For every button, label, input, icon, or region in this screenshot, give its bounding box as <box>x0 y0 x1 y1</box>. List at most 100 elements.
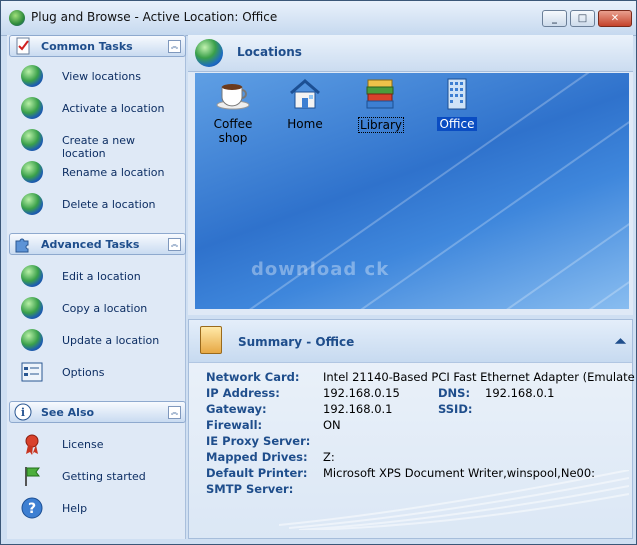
minimize-button[interactable]: _ <box>542 10 567 27</box>
group-title: Common Tasks <box>41 40 133 53</box>
summary-value: Intel 21140-Based PCI Fast Ethernet Adap… <box>323 370 635 384</box>
summary-value: 192.168.0.1 <box>323 402 393 416</box>
location-home[interactable]: Home <box>270 77 340 131</box>
flag-icon <box>25 467 40 486</box>
task-rename-location[interactable]: Rename a location <box>21 159 181 187</box>
summary-key: Mapped Drives: <box>206 450 308 464</box>
delete-globe-icon <box>21 193 43 215</box>
task-copy-location[interactable]: Copy a location <box>21 295 181 323</box>
clipboard-icon <box>200 326 222 354</box>
maximize-button[interactable]: □ <box>570 10 595 27</box>
title-bar[interactable]: Plug and Browse - Active Location: Offic… <box>1 1 636 36</box>
locations-title: Locations <box>237 45 302 59</box>
collapse-icon[interactable]: ︽ <box>168 406 181 419</box>
new-globe-icon <box>21 129 43 151</box>
copy-globe-icon <box>21 297 43 319</box>
summary-row-network-card: Network Card: Intel 21140-Based PCI Fast… <box>206 370 635 386</box>
location-label: Coffee shop <box>213 117 253 145</box>
locations-panel: Locations Coffee shop Home Library Offic… <box>188 35 633 315</box>
summary-row-mapped-drives: Mapped Drives: Z: <box>206 450 626 466</box>
group-title: See Also <box>41 406 95 419</box>
summary-value: ON <box>323 418 341 432</box>
svg-text:i: i <box>21 406 25 419</box>
group-title: Advanced Tasks <box>41 238 140 251</box>
task-sidebar: Common Tasks ︽ View locations Activate a… <box>7 35 186 539</box>
summary-value: Microsoft XPS Document Writer,winspool,N… <box>323 466 596 480</box>
task-view-locations[interactable]: View locations <box>21 63 181 91</box>
collapse-icon[interactable]: ︽ <box>168 40 181 53</box>
summary-row-smtp: SMTP Server: <box>206 482 626 498</box>
app-globe-icon <box>9 10 25 26</box>
summary-key: Network Card: <box>206 370 300 384</box>
summary-key: SMTP Server: <box>206 482 294 496</box>
summary-key: Default Printer: <box>206 466 308 480</box>
task-label: View locations <box>62 70 141 83</box>
task-label: Options <box>62 366 105 379</box>
location-library[interactable]: Library <box>346 77 416 133</box>
collapse-up-icon[interactable]: ⏶ <box>615 334 626 350</box>
arrow-globe-icon <box>21 97 43 119</box>
task-label: Rename a location <box>62 166 165 179</box>
task-update-location[interactable]: Update a location <box>21 327 181 355</box>
locations-header: Locations <box>188 35 633 72</box>
svg-text:?: ? <box>28 501 36 517</box>
help-icon: ? <box>21 497 43 519</box>
summary-value: 192.168.0.1 <box>485 386 555 400</box>
summary-key: IP Address: <box>206 386 280 400</box>
summary-key: IE Proxy Server: <box>206 434 311 448</box>
summary-row-ip: IP Address: 192.168.0.15 DNS: 192.168.0.… <box>206 386 626 402</box>
summary-panel: Summary - Office ⏶ Network Card: Intel 2… <box>188 319 635 539</box>
task-activate-location[interactable]: Activate a location <box>21 95 181 123</box>
location-office[interactable]: Office <box>422 77 492 131</box>
task-options[interactable]: Options <box>21 359 181 387</box>
task-label: License <box>62 438 104 451</box>
close-button[interactable]: ✕ <box>598 10 632 27</box>
task-label: Update a location <box>62 334 160 347</box>
coffee-cup-icon <box>216 84 250 110</box>
summary-row-gateway: Gateway: 192.168.0.1 SSID: <box>206 402 626 418</box>
summary-row-firewall: Firewall: ON <box>206 418 626 434</box>
locations-view[interactable]: Coffee shop Home Library Office download… <box>195 73 629 309</box>
task-create-location[interactable]: Create a new location <box>21 127 181 160</box>
puzzle-icon <box>15 238 29 253</box>
location-coffee-shop[interactable]: Coffee shop <box>198 77 268 145</box>
task-label: Help <box>62 502 88 515</box>
rename-globe-icon <box>21 161 43 183</box>
summary-row-proxy: IE Proxy Server: <box>206 434 626 450</box>
summary-key: Firewall: <box>206 418 263 432</box>
summary-header: Summary - Office ⏶ <box>189 320 632 363</box>
location-label: Library <box>358 117 404 133</box>
options-icon <box>21 362 43 382</box>
edit-globe-icon <box>21 265 43 287</box>
clock-globe-icon <box>21 329 43 351</box>
task-license[interactable]: License <box>21 431 181 459</box>
magnifier-globe-icon <box>21 65 43 87</box>
task-label: Copy a location <box>62 302 148 315</box>
task-help[interactable]: ? Help <box>21 495 181 523</box>
window-title: Plug and Browse - Active Location: Offic… <box>31 10 278 24</box>
collapse-icon[interactable]: ︽ <box>168 238 181 251</box>
group-header-advanced-tasks[interactable]: Advanced Tasks ︽ <box>9 233 186 255</box>
group-header-see-also[interactable]: i See Also ︽ <box>9 401 186 423</box>
task-edit-location[interactable]: Edit a location <box>21 263 181 291</box>
task-label: Create a new location <box>62 134 136 160</box>
summary-key: Gateway: <box>206 402 267 416</box>
office-building-icon <box>447 78 467 110</box>
info-icon: i <box>14 403 32 421</box>
checklist-icon <box>16 37 30 55</box>
ribbon-icon <box>25 434 39 455</box>
house-icon <box>290 79 320 109</box>
task-delete-location[interactable]: Delete a location <box>21 191 181 219</box>
task-label: Getting started <box>62 470 146 483</box>
task-label: Delete a location <box>62 198 156 211</box>
summary-key: SSID: <box>438 402 473 416</box>
magnifier-globe-icon <box>195 39 223 67</box>
task-label: Activate a location <box>62 102 165 115</box>
summary-row-printer: Default Printer: Microsoft XPS Document … <box>206 466 626 482</box>
group-header-common-tasks[interactable]: Common Tasks ︽ <box>9 35 186 57</box>
books-icon <box>366 79 394 109</box>
summary-value: Z: <box>323 450 335 464</box>
location-label: Home <box>287 117 323 131</box>
summary-key: DNS: <box>438 386 471 400</box>
task-getting-started[interactable]: Getting started <box>21 463 181 491</box>
